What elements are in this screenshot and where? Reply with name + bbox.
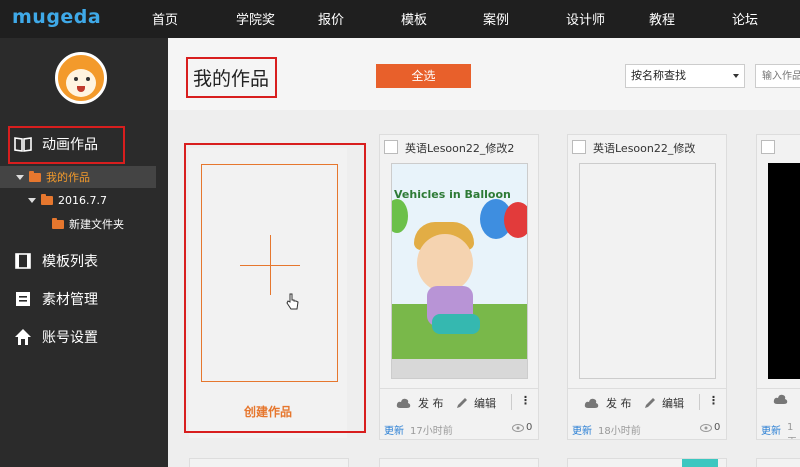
work-card-next-row <box>189 458 349 467</box>
view-count-value: 0 <box>526 422 533 433</box>
more-options-button[interactable]: ⋮ <box>708 394 719 407</box>
cloud-upload-icon <box>396 398 411 408</box>
sort-select-value: 按名称查找 <box>631 69 686 82</box>
card-actions: 发 布 编辑 ⋮ <box>568 388 726 414</box>
cloud-upload-icon <box>773 394 788 404</box>
avatar-eye-left <box>74 77 78 81</box>
publish-button[interactable] <box>773 394 788 408</box>
annotation-box-animation-works <box>8 126 125 164</box>
tree-item-new-folder[interactable]: 新建文件夹 <box>0 213 156 235</box>
card-title: 英语Lesoon22_修改2 <box>405 142 515 155</box>
edit-button[interactable]: 编辑 <box>456 395 496 411</box>
thumb-title: Vehicles in Balloon <box>394 188 511 201</box>
sidebar: 动画作品 我的作品 2016.7.7 新建文件夹 模板列表 素材管理 账号设置 <box>0 38 168 467</box>
sidebar-item-label: 账号设置 <box>42 330 98 346</box>
card-thumbnail[interactable] <box>768 163 800 379</box>
film-icon <box>14 252 32 270</box>
nav-forum[interactable]: 论坛 <box>732 9 758 28</box>
work-card-next-row <box>379 458 539 467</box>
chevron-down-icon[interactable] <box>16 174 24 180</box>
card-checkbox[interactable] <box>572 140 586 154</box>
pencil-icon <box>645 398 655 408</box>
select-all-button[interactable]: 全选 <box>376 64 471 88</box>
edit-button[interactable]: 编辑 <box>644 395 684 411</box>
search-input[interactable] <box>755 64 800 88</box>
edit-label: 编辑 <box>662 397 684 410</box>
tree-item-label: 新建文件夹 <box>69 218 124 231</box>
annotation-box-create-work <box>184 143 366 433</box>
mugeda-logo[interactable]: mugeda <box>12 6 101 28</box>
update-link[interactable]: 更新 <box>572 422 592 437</box>
red-balloon <box>504 202 527 238</box>
tree-item-label: 我的作品 <box>46 171 90 184</box>
chevron-down-icon[interactable] <box>28 197 36 203</box>
publish-button[interactable]: 发 布 <box>584 395 632 411</box>
card-title: 英语Lesoon22_修改 <box>593 142 696 155</box>
list-box-icon <box>14 290 32 308</box>
update-link[interactable]: 更新 <box>384 422 404 437</box>
publish-label: 发 布 <box>418 397 444 410</box>
avatar-eye-right <box>86 77 90 81</box>
nav-pricing[interactable]: 报价 <box>318 9 344 28</box>
thumb-bottom-strip <box>392 359 527 378</box>
nav-tutorials[interactable]: 教程 <box>649 9 675 28</box>
update-link[interactable]: 更新 <box>761 422 781 437</box>
nav-designers[interactable]: 设计师 <box>566 9 605 28</box>
action-divider <box>699 394 700 410</box>
avatar[interactable] <box>55 52 107 104</box>
work-card[interactable]: 英语Lesoon22_修改 发 布 编辑 ⋮ 更新 18小时前 0 <box>567 134 727 440</box>
card-checkbox[interactable] <box>384 140 398 154</box>
nav-templates[interactable]: 模板 <box>401 9 427 28</box>
work-card-next-row <box>567 458 727 467</box>
updated-time: 17小时前 <box>410 426 453 437</box>
pencil-icon <box>457 398 467 408</box>
card-thumbnail[interactable]: Vehicles in Balloon <box>391 163 528 379</box>
sidebar-item-template-list[interactable]: 模板列表 <box>14 251 98 271</box>
cloud-upload-icon <box>584 398 599 408</box>
tree-item-my-works[interactable]: 我的作品 <box>0 166 156 188</box>
folder-icon <box>41 193 53 205</box>
action-divider <box>511 394 512 410</box>
sidebar-item-label: 模板列表 <box>42 254 98 270</box>
view-count-value: 0 <box>714 422 721 433</box>
boy-pants <box>432 314 480 334</box>
eye-icon <box>700 423 712 432</box>
card-footer: 更新 17小时前 0 <box>380 416 538 440</box>
work-card[interactable]: 英语Lesoon22_修改2 Vehicles in Balloon 发 布 编… <box>379 134 539 440</box>
card-actions-divider <box>757 388 800 389</box>
publish-button[interactable]: 发 布 <box>396 395 444 411</box>
eye-icon <box>512 423 524 432</box>
next-row-thumb-accent <box>682 459 718 467</box>
nav-cases[interactable]: 案例 <box>483 9 509 28</box>
tree-item-label: 2016.7.7 <box>58 193 107 207</box>
updated-time: 1天 <box>787 422 797 439</box>
work-card[interactable]: 更新 1天 <box>756 134 800 440</box>
edit-label: 编辑 <box>474 397 496 410</box>
card-checkbox[interactable] <box>761 140 775 154</box>
nav-academy-award[interactable]: 学院奖 <box>236 9 275 28</box>
dropdown-arrow-icon <box>733 74 739 78</box>
avatar-face <box>66 69 96 97</box>
sidebar-item-material-manage[interactable]: 素材管理 <box>14 289 98 309</box>
sidebar-item-label: 素材管理 <box>42 292 98 308</box>
view-count: 0 <box>700 422 720 433</box>
card-actions: 发 布 编辑 ⋮ <box>380 388 538 414</box>
sidebar-item-account-settings[interactable]: 账号设置 <box>14 327 98 347</box>
folder-icon <box>52 217 64 229</box>
publish-label: 发 布 <box>606 397 632 410</box>
annotation-box-page-title <box>186 57 277 98</box>
home-icon <box>14 328 32 346</box>
work-card-next-row <box>756 458 800 467</box>
sort-select[interactable]: 按名称查找 <box>625 64 745 88</box>
card-footer: 更新 18小时前 0 <box>568 416 726 440</box>
more-options-button[interactable]: ⋮ <box>520 394 531 407</box>
view-count: 0 <box>512 422 532 433</box>
top-navbar: mugeda 首页 学院奖 报价 模板 案例 设计师 教程 论坛 <box>0 0 800 38</box>
folder-icon <box>29 170 41 182</box>
card-thumbnail[interactable] <box>579 163 716 379</box>
nav-home[interactable]: 首页 <box>152 9 178 28</box>
boy-head <box>417 234 473 292</box>
tree-item-folder-date[interactable]: 2016.7.7 <box>0 189 156 211</box>
updated-time: 18小时前 <box>598 426 641 437</box>
